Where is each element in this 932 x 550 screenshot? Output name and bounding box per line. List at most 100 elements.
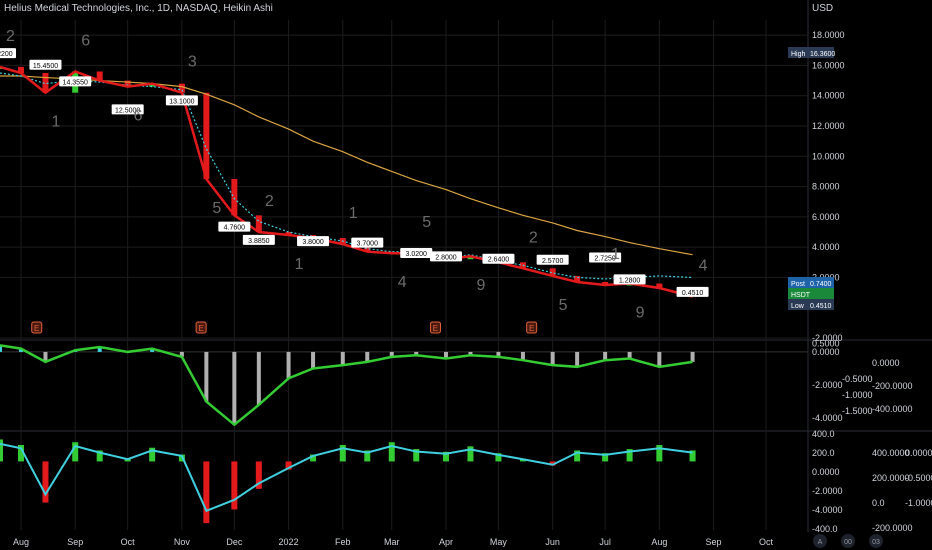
mom-tick-label: 400.0 <box>812 429 835 439</box>
price-annotation-label: 2.5700 <box>542 258 564 265</box>
x-tick-label: Dec <box>226 537 243 547</box>
mom-right-tick-label: -1.0000 <box>905 498 932 508</box>
osc-tick-label: -2.0000 <box>812 380 843 390</box>
price-annotation-label: 2.6400 <box>488 257 510 264</box>
osc-tick-label: 0.0000 <box>812 347 840 357</box>
osc-bar <box>550 351 555 366</box>
axis-corner-label: A <box>818 539 823 546</box>
price-annotation-label: 0.4510 <box>682 290 704 297</box>
wave-count-label: 1 <box>295 256 304 273</box>
osc-bar <box>286 351 291 379</box>
axis-corner-label: 00 <box>844 539 852 546</box>
wave-count-label: 1 <box>349 205 358 222</box>
wave-count-label: 6 <box>81 32 90 49</box>
earnings-marker-label: E <box>34 324 39 333</box>
currency-label: USD <box>812 3 834 14</box>
osc-bar <box>575 351 580 367</box>
price-tick-label: 4.0000 <box>812 242 840 252</box>
wave-count-label: 2 <box>265 193 274 210</box>
wave-count-label: 9 <box>636 304 645 321</box>
high-badge-label: High <box>791 51 806 58</box>
x-tick-label: May <box>490 537 508 547</box>
earnings-marker-label: E <box>198 324 203 333</box>
x-tick-label: Oct <box>759 537 774 547</box>
price-tick-label: 8.0000 <box>812 182 840 192</box>
post-badge-value: 0.7400 <box>810 281 832 288</box>
price-tick-label: 6.0000 <box>812 212 840 222</box>
earnings-marker-label: E <box>433 324 438 333</box>
wave-count-label: 3 <box>188 54 197 71</box>
wave-count-label: 1 <box>51 114 60 131</box>
osc-bar <box>340 351 345 366</box>
chart-canvas[interactable]: 16.220015.450014.355012.500013.10004.760… <box>0 0 932 550</box>
x-tick-label: Oct <box>121 537 136 547</box>
price-tick-label: 14.0000 <box>812 91 845 101</box>
price-tick-label: 18.0000 <box>812 30 845 40</box>
mom-mid-tick-label: 0.0 <box>872 498 885 508</box>
x-tick-label: Feb <box>335 537 351 547</box>
x-tick-label: Sep <box>67 537 83 547</box>
osc-bar <box>657 351 662 367</box>
price-annotation-label: 3.0200 <box>406 251 428 258</box>
mom-right-tick-label: 0.0000 <box>905 448 932 458</box>
low-badge-label: Low <box>791 303 805 310</box>
osc-mid-tick-label: -0.5000 <box>842 374 873 384</box>
mom-right-tick-label: -0.5000 <box>905 473 932 483</box>
osc-bar <box>204 351 209 402</box>
osc-right-tick-label: -400.0000 <box>872 404 913 414</box>
mom-tick-label: 200.0 <box>812 448 835 458</box>
price-candle <box>203 92 210 179</box>
mom-tick-label: -4.0000 <box>812 505 843 515</box>
price-annotation-label: 4.7600 <box>224 225 246 232</box>
mom-mid-tick-label: 400.0000 <box>872 448 910 458</box>
osc-mid-tick-label: -1.5000 <box>842 406 873 416</box>
high-badge-value: 16.3600 <box>810 51 835 58</box>
axis-corner-label: 03 <box>872 539 880 546</box>
price-annotation-label: 3.8850 <box>248 238 270 245</box>
price-annotation-label: 16.2200 <box>0 51 13 58</box>
price-annotation-label: 14.3550 <box>63 79 88 86</box>
x-tick-label: 2022 <box>279 537 299 547</box>
price-annotation-label: 13.1000 <box>169 98 194 105</box>
mom-tick-label: -2.0000 <box>812 486 843 496</box>
wave-count-label: 1 <box>611 246 620 263</box>
mom-mid-tick-label: -200.0000 <box>872 523 913 533</box>
price-annotation-label: 3.7000 <box>357 241 379 248</box>
mom-bar <box>42 461 49 503</box>
wave-count-label: 5 <box>559 297 568 314</box>
price-annotation-label: 1.2800 <box>619 277 641 284</box>
wave-count-label: 2 <box>529 229 538 246</box>
osc-bar <box>690 351 695 362</box>
osc-bar <box>232 351 237 425</box>
osc-bar <box>256 351 261 405</box>
osc-mid-tick-label: -1.0000 <box>842 390 873 400</box>
price-annotation-label: 2.8000 <box>435 254 457 261</box>
wave-count-label: 6 <box>134 108 143 125</box>
x-tick-label: Jul <box>599 537 611 547</box>
osc-bar <box>311 351 316 369</box>
wave-count-label: 4 <box>398 274 407 291</box>
osc-tick-label: -4.0000 <box>812 413 843 423</box>
x-tick-label: Jun <box>545 537 560 547</box>
osc-right-tick-label: 0.0000 <box>872 358 900 368</box>
x-tick-label: Aug <box>651 537 667 547</box>
wave-count-label: 4 <box>699 258 708 275</box>
post-badge-label: Post <box>791 281 805 288</box>
wave-count-label: 5 <box>422 214 431 231</box>
price-annotation-label: 15.4500 <box>33 63 58 70</box>
chart-title: Helius Medical Technologies, Inc., 1D, N… <box>4 3 273 14</box>
wave-count-label: 2 <box>6 28 15 45</box>
mom-mid-tick-label: 200.0000 <box>872 473 910 483</box>
price-tick-label: 10.0000 <box>812 151 845 161</box>
earnings-marker-label: E <box>529 324 534 333</box>
price-tick-label: 16.0000 <box>812 60 845 70</box>
x-tick-label: Aug <box>13 537 29 547</box>
x-tick-label: Mar <box>384 537 400 547</box>
price-tick-label: 12.0000 <box>812 121 845 131</box>
wave-count-label: 9 <box>476 277 485 294</box>
price-candle <box>231 179 238 216</box>
wave-count-label: 5 <box>212 200 221 217</box>
mom-bar <box>203 461 210 524</box>
mom-tick-label: -400.0 <box>812 524 838 534</box>
low-badge-value: 0.4510 <box>810 303 832 310</box>
